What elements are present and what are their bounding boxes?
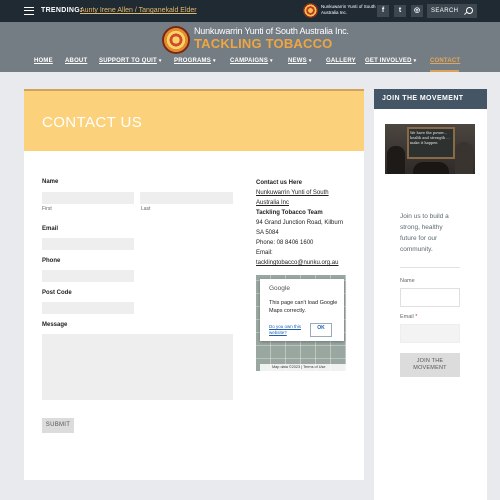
nav-campaigns[interactable]: CAMPAIGNS ▾ [230,58,273,64]
chevron-down-icon: ▾ [212,58,216,64]
sidebar-email-field[interactable] [400,324,460,343]
contact-info: Contact us Here Nunkuwarrin Yunti of Sou… [256,178,351,268]
page-title: CONTACT US [42,114,143,131]
nav-contact[interactable]: CONTACT [430,58,460,64]
chalkboard-text: We have the power... health and strength… [410,131,450,145]
site-header: Nunkuwarrin Yunti of South Australia Inc… [0,22,500,72]
address: 94 Grand Junction Road, Kilburn SA 5084 [256,220,344,236]
org-logo-small[interactable] [303,3,318,18]
google-logo: Google [269,285,290,292]
first-sublabel: First [42,206,52,212]
last-sublabel: Last [141,206,151,212]
org-link[interactable]: Nunkuwarrin Yunti of South Australia Inc [256,188,351,208]
menu-icon[interactable] [24,7,34,15]
sidebar-name-field[interactable] [400,288,460,307]
nav-programs[interactable]: PROGRAMS ▾ [174,58,216,64]
nav-support-to-quit[interactable]: SUPPORT TO QUIT ▾ [99,58,162,64]
submit-button[interactable]: SUBMIT [42,418,74,433]
tagline: TACKLING TOBACCO [194,36,333,51]
chevron-down-icon: ▾ [308,58,312,64]
message-label: Message [42,322,68,328]
postcode-label: Post Code [42,290,72,296]
sidebar-heading: JOIN THE MOVEMENT [374,89,487,109]
sidebar-email-label: Email * [400,314,418,320]
trending-label: TRENDING: [41,7,83,14]
sidebar-divider [400,267,460,268]
team-name: Tackling Tobacco Team [256,210,323,216]
phone-label: Phone [42,258,61,264]
message-textarea[interactable] [42,334,233,400]
search-label: SEARCH [431,8,459,14]
email-link[interactable]: tacklingtobacco@nunku.org.au [256,258,351,268]
postcode-field[interactable] [42,302,134,314]
main-nav: HOME ABOUT SUPPORT TO QUIT ▾ PROGRAMS ▾ CA… [0,58,500,72]
chevron-down-icon: ▾ [413,58,417,64]
chevron-down-icon: ▾ [158,58,162,64]
map-footer: Map data ©2023 | Terms of Use [260,364,346,371]
sidebar-blurb: Join us to build a strong, healthy futur… [400,213,449,253]
email-field[interactable] [42,238,134,250]
sidebar-name-label: Name [400,278,415,284]
org-logo[interactable] [162,26,190,54]
search-input[interactable]: SEARCH [427,4,477,18]
twitter-icon[interactable]: t [394,5,406,17]
community-photo: We have the power... health and strength… [385,124,475,174]
join-movement-button[interactable]: JOIN THE MOVEMENT [400,353,460,377]
nav-news[interactable]: NEWS ▾ [288,58,312,64]
nav-active-indicator [430,70,459,72]
org-name: Nunkuwarrin Yunti of South Australia Inc… [194,26,349,36]
trending-link[interactable]: Aunty Irene Allen / Tanganekald Elder [80,7,197,14]
phone: Phone: 08 8406 1600 [256,240,314,246]
chevron-down-icon: ▾ [270,58,273,64]
nav-home[interactable]: HOME [34,58,53,64]
last-name-field[interactable] [140,192,233,204]
phone-field[interactable] [42,270,134,282]
email-label: Email [42,226,59,232]
map-own-site-link[interactable]: Do you own this website? [269,324,314,336]
name-label: Name [42,179,59,185]
nav-gallery[interactable]: GALLERY [326,58,356,64]
email-label-text: Email: [256,250,273,256]
map-error-message: This page can't load Google Maps correct… [269,300,338,314]
contact-heading: Contact us Here [256,180,303,186]
nav-get-involved[interactable]: GET INVOLVED ▾ [365,58,416,64]
map-ok-button[interactable]: OK [310,323,332,337]
search-icon[interactable] [466,7,473,14]
instagram-icon[interactable]: ◎ [411,5,423,17]
first-name-field[interactable] [42,192,134,204]
facebook-icon[interactable]: f [377,5,389,17]
top-bar: TRENDING: Aunty Irene Allen / Tanganekal… [0,0,500,22]
nav-about[interactable]: ABOUT [65,58,87,64]
org-name-small: Nunkuwarrin Yunti of South Australia Inc… [321,4,376,15]
